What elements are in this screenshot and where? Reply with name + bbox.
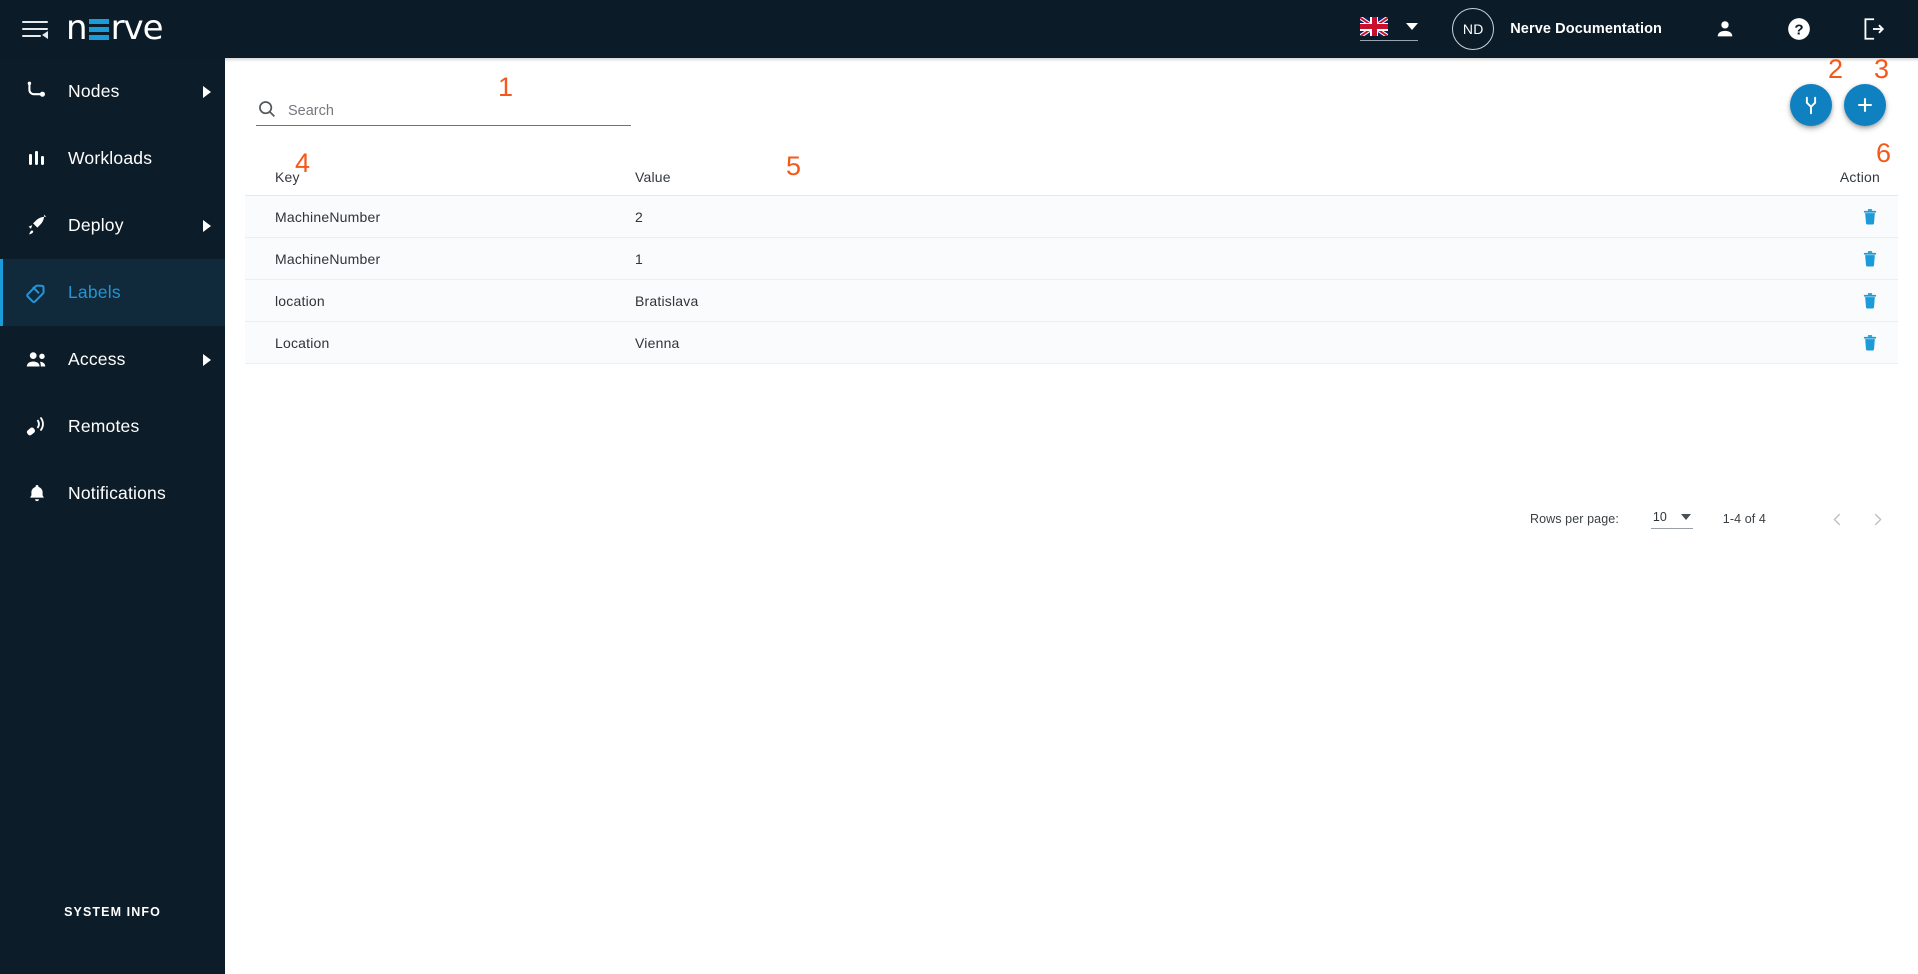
logo-e-bars	[88, 17, 109, 40]
cell-action	[1768, 333, 1898, 353]
cell-action	[1768, 207, 1898, 227]
rocket-icon	[20, 211, 54, 241]
cell-key: MachineNumber	[275, 208, 381, 225]
language-selector[interactable]	[1360, 17, 1419, 41]
menu-open-icon[interactable]	[22, 18, 48, 40]
logo-text-left: n	[66, 8, 88, 48]
sidebar-item-labels[interactable]: Labels	[0, 259, 225, 326]
delete-trash-icon[interactable]	[1860, 207, 1880, 227]
prev-page-button[interactable]	[1824, 506, 1850, 532]
table-body: MachineNumber 2 MachineNumber 1 location Brat…	[245, 196, 1898, 364]
column-header-key[interactable]: Key	[245, 169, 635, 185]
table-row[interactable]: MachineNumber 2	[245, 196, 1898, 238]
table-row[interactable]: Location Vienna	[245, 322, 1898, 364]
cell-value: 2	[635, 208, 643, 225]
header-right-group: ND Nerve Documentation ?	[1360, 0, 1918, 58]
chevron-right-icon	[203, 219, 211, 232]
cell-key: MachineNumber	[275, 250, 381, 267]
chevron-left-icon	[1832, 513, 1840, 525]
cell-action	[1768, 249, 1898, 269]
cell-value: 1	[635, 250, 643, 267]
chevron-right-icon	[1874, 513, 1882, 525]
chevron-down-icon	[1680, 513, 1691, 520]
chevron-right-icon	[203, 353, 211, 366]
pagination-range: 1-4 of 4	[1722, 512, 1766, 526]
column-header-action: Action	[1839, 169, 1880, 185]
rows-per-page-label: Rows per page:	[1529, 512, 1619, 526]
next-page-button[interactable]	[1864, 506, 1890, 532]
sidebar-item-label: Labels	[68, 282, 121, 302]
people-icon	[20, 345, 54, 375]
delete-trash-icon[interactable]	[1860, 249, 1880, 269]
help-circle-icon[interactable]: ?	[1782, 12, 1816, 46]
sidebar-item-label: Remotes	[68, 416, 140, 436]
cell-key: location	[275, 292, 325, 309]
sidebar-item-access[interactable]: Access	[0, 326, 225, 393]
cell-key: Location	[275, 334, 330, 351]
logo-text-right: rve	[110, 8, 164, 48]
search-field	[256, 98, 631, 126]
cell-action	[1768, 291, 1898, 311]
person-icon[interactable]	[1708, 12, 1742, 46]
call-merge-icon	[1805, 96, 1817, 115]
chevron-right-icon	[203, 85, 211, 98]
svg-text:?: ?	[1794, 21, 1803, 38]
table-header-row: Key Value Action	[245, 150, 1898, 196]
nerve-logo: n rve	[66, 0, 164, 57]
label-tag-icon	[20, 278, 54, 308]
pagination: Rows per page: 10 1-4 of 4	[1530, 506, 1890, 532]
delete-trash-icon[interactable]	[1860, 291, 1880, 311]
uk-flag-icon	[1360, 17, 1389, 36]
username-label: Nerve Documentation	[1510, 21, 1662, 37]
main-content: Key Value Action MachineNumber2MachineNu…	[225, 58, 1918, 974]
workloads-icon	[20, 144, 54, 174]
rows-per-page-value: 10	[1652, 509, 1667, 524]
nodes-icon	[20, 77, 54, 107]
app-root: n rve ND Nerve Documentation ? Nodes Wor…	[0, 0, 1918, 974]
plus-icon	[1857, 97, 1873, 113]
sidebar-item-nodes[interactable]: Nodes	[0, 58, 225, 125]
sidebar: Nodes Workloads Deploy Labels Access Rem…	[0, 58, 225, 974]
delete-trash-icon[interactable]	[1860, 333, 1880, 353]
sidebar-item-deploy[interactable]: Deploy	[0, 192, 225, 259]
sidebar-item-workloads[interactable]: Workloads	[0, 125, 225, 192]
avatar[interactable]: ND	[1452, 8, 1495, 50]
system-info-link[interactable]: SYSTEM INFO	[0, 899, 225, 974]
bell-icon	[20, 479, 54, 509]
column-header-value[interactable]: Value	[635, 169, 1768, 185]
merge-labels-button[interactable]	[1790, 84, 1832, 126]
sidebar-item-label: Workloads	[68, 148, 153, 168]
top-header: n rve ND Nerve Documentation ?	[0, 0, 1918, 58]
action-buttons-group	[1790, 84, 1886, 126]
logout-icon[interactable]	[1856, 12, 1890, 46]
sidebar-item-remotes[interactable]: Remotes	[0, 393, 225, 460]
table-row[interactable]: location Bratislava	[245, 280, 1898, 322]
table-row[interactable]: MachineNumber 1	[245, 238, 1898, 280]
sidebar-item-label: Deploy	[68, 215, 124, 235]
chevron-down-icon	[1406, 23, 1419, 30]
remote-control-icon	[20, 412, 54, 442]
add-label-button[interactable]	[1844, 84, 1886, 126]
rows-per-page-select[interactable]: 10	[1650, 509, 1693, 529]
avatar-initials: ND	[1462, 21, 1484, 37]
sidebar-item-label: Access	[68, 349, 126, 369]
sidebar-item-notifications[interactable]: Notifications	[0, 460, 225, 527]
search-icon	[256, 98, 278, 120]
sidebar-item-label: Nodes	[68, 81, 120, 101]
labels-table: Key Value Action MachineNumber 2 MachineNu…	[245, 150, 1898, 364]
cell-value: Vienna	[635, 334, 680, 351]
cell-value: Bratislava	[635, 292, 699, 309]
search-input[interactable]	[288, 103, 631, 121]
sidebar-item-label: Notifications	[68, 483, 166, 503]
